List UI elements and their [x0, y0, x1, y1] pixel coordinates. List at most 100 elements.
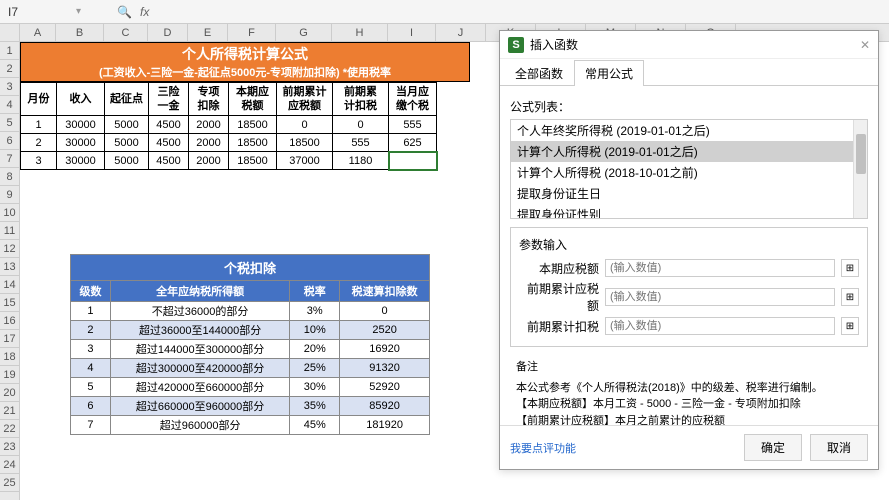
tax-cell[interactable]: 18500: [229, 134, 277, 152]
row-header-3[interactable]: 3: [0, 78, 19, 96]
tax-cell[interactable]: 625: [389, 134, 437, 152]
col-header-F[interactable]: F: [228, 24, 276, 41]
bracket-cell[interactable]: 5: [71, 378, 111, 397]
scrollbar[interactable]: [853, 120, 867, 218]
col-header-H[interactable]: H: [332, 24, 388, 41]
tax-cell[interactable]: 5000: [105, 152, 149, 170]
bracket-cell[interactable]: 1: [71, 302, 111, 321]
row-header-9[interactable]: 9: [0, 186, 19, 204]
row-header-16[interactable]: 16: [0, 312, 19, 330]
bracket-cell[interactable]: 不超过36000的部分: [110, 302, 289, 321]
row-header-5[interactable]: 5: [0, 114, 19, 132]
tax-cell[interactable]: 1180: [333, 152, 389, 170]
row-header-4[interactable]: 4: [0, 96, 19, 114]
tax-cell[interactable]: 3: [21, 152, 57, 170]
row-header-25[interactable]: 25: [0, 474, 19, 492]
bracket-cell[interactable]: 2520: [340, 321, 430, 340]
col-header-C[interactable]: C: [104, 24, 148, 41]
feedback-link[interactable]: 我要点评功能: [510, 440, 576, 456]
bracket-cell[interactable]: 35%: [290, 397, 340, 416]
close-icon[interactable]: ✕: [860, 38, 870, 52]
bracket-cell[interactable]: 2: [71, 321, 111, 340]
col-header-I[interactable]: I: [388, 24, 436, 41]
tax-cell[interactable]: 0: [277, 116, 333, 134]
tax-cell[interactable]: 4500: [149, 152, 189, 170]
row-header-17[interactable]: 17: [0, 330, 19, 348]
bracket-cell[interactable]: 16920: [340, 340, 430, 359]
tax-cell[interactable]: 18500: [277, 134, 333, 152]
cancel-button[interactable]: 取消: [810, 434, 868, 461]
col-header-J[interactable]: J: [436, 24, 486, 41]
selected-cell[interactable]: [389, 152, 437, 170]
row-header-19[interactable]: 19: [0, 366, 19, 384]
range-picker-icon[interactable]: ⊞: [841, 288, 859, 306]
row-header-10[interactable]: 10: [0, 204, 19, 222]
col-header-G[interactable]: G: [276, 24, 332, 41]
dropdown-icon[interactable]: ▾: [76, 6, 81, 17]
bracket-cell[interactable]: 45%: [290, 416, 340, 435]
tax-cell[interactable]: 30000: [57, 152, 105, 170]
tax-cell[interactable]: 1: [21, 116, 57, 134]
formula-list-item[interactable]: 提取身份证生日: [511, 183, 867, 204]
cell-reference[interactable]: I7: [0, 5, 70, 19]
bracket-cell[interactable]: 超过960000部分: [110, 416, 289, 435]
bracket-cell[interactable]: 0: [340, 302, 430, 321]
ok-button[interactable]: 确定: [744, 434, 802, 461]
tax-cell[interactable]: 2000: [189, 152, 229, 170]
param-input[interactable]: [605, 288, 835, 306]
col-header-D[interactable]: D: [148, 24, 188, 41]
tax-cell[interactable]: 2000: [189, 134, 229, 152]
bracket-cell[interactable]: 91320: [340, 359, 430, 378]
bracket-cell[interactable]: 85920: [340, 397, 430, 416]
main-tax-table[interactable]: 月份收入起征点三险一金专项扣除本期应税额前期累计应税额前期累计扣税当月应缴个税 …: [20, 82, 437, 170]
tax-cell[interactable]: 555: [389, 116, 437, 134]
formula-list-item[interactable]: 提取身份证性别: [511, 204, 867, 219]
tax-cell[interactable]: 5000: [105, 134, 149, 152]
tax-cell[interactable]: 4500: [149, 134, 189, 152]
row-header-12[interactable]: 12: [0, 240, 19, 258]
row-header-7[interactable]: 7: [0, 150, 19, 168]
row-header-20[interactable]: 20: [0, 384, 19, 402]
bracket-cell[interactable]: 52920: [340, 378, 430, 397]
bracket-cell[interactable]: 7: [71, 416, 111, 435]
row-header-15[interactable]: 15: [0, 294, 19, 312]
range-picker-icon[interactable]: ⊞: [841, 259, 859, 277]
row-header-21[interactable]: 21: [0, 402, 19, 420]
formula-list-item[interactable]: 计算个人所得税 (2018-10-01之前): [511, 162, 867, 183]
param-input[interactable]: [605, 259, 835, 277]
bracket-cell[interactable]: 3: [71, 340, 111, 359]
corner[interactable]: [0, 24, 19, 42]
tax-cell[interactable]: 0: [333, 116, 389, 134]
row-header-24[interactable]: 24: [0, 456, 19, 474]
row-header-14[interactable]: 14: [0, 276, 19, 294]
row-header-8[interactable]: 8: [0, 168, 19, 186]
tax-cell[interactable]: 2: [21, 134, 57, 152]
bracket-cell[interactable]: 181920: [340, 416, 430, 435]
row-header-13[interactable]: 13: [0, 258, 19, 276]
formula-list[interactable]: 个人年终奖所得税 (2019-01-01之后)计算个人所得税 (2019-01-…: [510, 119, 868, 219]
row-header-6[interactable]: 6: [0, 132, 19, 150]
bracket-cell[interactable]: 10%: [290, 321, 340, 340]
row-header-11[interactable]: 11: [0, 222, 19, 240]
tax-cell[interactable]: 5000: [105, 116, 149, 134]
tax-cell[interactable]: 18500: [229, 152, 277, 170]
bracket-cell[interactable]: 4: [71, 359, 111, 378]
bracket-cell[interactable]: 超过300000至420000部分: [110, 359, 289, 378]
bracket-cell[interactable]: 20%: [290, 340, 340, 359]
row-header-1[interactable]: 1: [0, 42, 19, 60]
tax-cell[interactable]: 4500: [149, 116, 189, 134]
bracket-table[interactable]: 个税扣除 级数全年应纳税所得额税率税速算扣除数 1不超过36000的部分3%02…: [70, 254, 430, 435]
row-header-2[interactable]: 2: [0, 60, 19, 78]
col-header-B[interactable]: B: [56, 24, 104, 41]
row-header-23[interactable]: 23: [0, 438, 19, 456]
tax-cell[interactable]: 555: [333, 134, 389, 152]
bracket-cell[interactable]: 30%: [290, 378, 340, 397]
bracket-cell[interactable]: 25%: [290, 359, 340, 378]
formula-list-item[interactable]: 计算个人所得税 (2019-01-01之后): [511, 141, 867, 162]
bracket-cell[interactable]: 6: [71, 397, 111, 416]
bracket-cell[interactable]: 超过660000至960000部分: [110, 397, 289, 416]
bracket-cell[interactable]: 超过144000至300000部分: [110, 340, 289, 359]
col-header-A[interactable]: A: [20, 24, 56, 41]
range-picker-icon[interactable]: ⊞: [841, 317, 859, 335]
bracket-cell[interactable]: 超过420000至660000部分: [110, 378, 289, 397]
